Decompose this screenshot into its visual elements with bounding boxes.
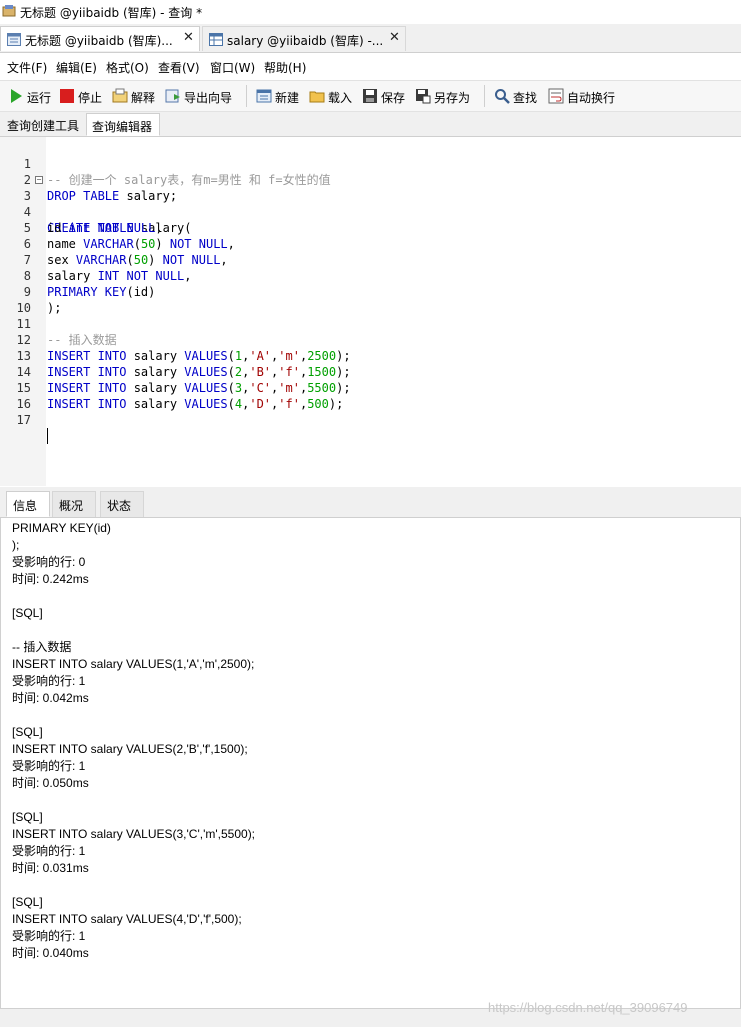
fold-toggle-icon[interactable]: − <box>35 176 43 184</box>
message-line: INSERT INTO salary VALUES(1,'A','m',2500… <box>12 657 255 671</box>
code-line: 6 sex VARCHAR(50) NOT NULL, <box>0 220 741 267</box>
message-line: 时间: 0.242ms <box>12 572 89 586</box>
tab-message[interactable]: 信息 <box>6 491 50 517</box>
menu-file[interactable]: 文件(F) <box>7 59 47 76</box>
message-output-panel[interactable]: PRIMARY KEY(id) ); 受影响的行: 0 时间: 0.242ms … <box>0 518 741 1009</box>
floppy-disk-icon <box>363 89 377 103</box>
message-line: [SQL] <box>12 895 43 909</box>
explain-button[interactable]: 解释 <box>112 87 158 105</box>
message-line: INSERT INTO salary VALUES(2,'B','f',1500… <box>12 742 248 756</box>
explain-icon <box>112 88 128 103</box>
save-as-button[interactable]: 另存为 <box>415 87 475 105</box>
stop-button[interactable]: 停止 <box>59 87 105 105</box>
code-line: 9 ); <box>0 268 741 315</box>
message-line: ); <box>12 538 20 552</box>
message-line: 受影响的行: 1 <box>12 929 86 943</box>
code-line: 16 <box>0 380 741 411</box>
navicat-app-icon <box>2 5 16 17</box>
tab-status[interactable]: 状态 <box>100 491 144 517</box>
close-tab-icon[interactable]: ✕ <box>183 30 194 45</box>
folder-icon <box>309 91 325 103</box>
result-tab-strip: 信息 概况 状态 <box>0 487 741 518</box>
export-icon <box>165 89 180 103</box>
tab-query-builder[interactable]: 查询创建工具 <box>2 113 84 136</box>
code-line: 15 INSERT INTO salary VALUES(4,'D','f',5… <box>0 364 741 411</box>
menu-edit[interactable]: 编辑(E) <box>56 59 97 76</box>
new-button[interactable]: 新建 <box>256 87 302 105</box>
code-line: 11 -- 插入数据 <box>0 300 741 347</box>
toolbar-separator <box>484 85 485 107</box>
message-line: INSERT INTO salary VALUES(4,'D','f',500)… <box>12 912 242 926</box>
doc-tab-untitled-query[interactable]: 无标题 @yiibaidb (智库)... ✕ <box>0 26 200 51</box>
code-line: 14 INSERT INTO salary VALUES(3,'C','m',5… <box>0 348 741 395</box>
tab-profile[interactable]: 概况 <box>52 491 96 517</box>
text-caret <box>47 428 48 444</box>
new-query-icon <box>256 89 272 103</box>
window-title: 无标题 @yiibaidb (智库) - 查询 * <box>20 6 203 20</box>
save-button[interactable]: 保存 <box>362 87 408 105</box>
code-line: 4 id int NOT NULL, <box>0 188 741 235</box>
code-line: 17 <box>0 396 741 444</box>
code-line: 7 salary INT NOT NULL, <box>0 236 741 283</box>
message-line: -- 插入数据 <box>12 640 72 654</box>
code-line: 13 INSERT INTO salary VALUES(2,'B','f',1… <box>0 332 741 379</box>
save-as-icon <box>416 89 431 104</box>
code-line: 3 − CREATE TABLE salary( <box>0 172 741 236</box>
code-line: 2 DROP TABLE salary; <box>0 156 741 203</box>
message-line: [SQL] <box>12 725 43 739</box>
message-line: 受影响的行: 1 <box>12 674 86 688</box>
message-line: 时间: 0.031ms <box>12 861 89 875</box>
message-line: [SQL] <box>12 606 43 620</box>
word-wrap-icon <box>548 88 564 104</box>
table-icon <box>209 33 223 46</box>
message-line: [SQL] <box>12 810 43 824</box>
doc-tab-salary-table[interactable]: salary @yiibaidb (智库) -... ✕ <box>202 26 406 51</box>
menu-format[interactable]: 格式(O) <box>106 59 149 76</box>
play-icon <box>11 89 22 103</box>
export-wizard-button[interactable]: 导出向导 <box>165 87 237 105</box>
code-line: 12 INSERT INTO salary VALUES(1,'A','m',2… <box>0 316 741 363</box>
message-line: INSERT INTO salary VALUES(3,'C','m',5500… <box>12 827 256 841</box>
menu-window[interactable]: 窗口(W) <box>210 59 255 76</box>
editor-tab-strip: 查询创建工具 查询编辑器 <box>0 112 741 137</box>
menu-bar: 文件(F) 编辑(E) 格式(O) 查看(V) 窗口(W) 帮助(H) <box>0 56 741 78</box>
doc-tab-label: salary @yiibaidb (智库) -... <box>227 34 384 48</box>
code-line: 8 PRIMARY KEY(id) <box>0 252 741 299</box>
menu-view[interactable]: 查看(V) <box>158 59 200 76</box>
message-line: 时间: 0.040ms <box>12 946 89 960</box>
menu-help[interactable]: 帮助(H) <box>264 59 306 76</box>
message-line: 时间: 0.042ms <box>12 691 89 705</box>
message-line: 受影响的行: 0 <box>12 555 86 569</box>
message-line: 受影响的行: 1 <box>12 844 86 858</box>
code-line: 10 <box>0 284 741 315</box>
close-tab-icon[interactable]: ✕ <box>389 30 400 45</box>
toolbar-separator <box>246 85 247 107</box>
message-line: PRIMARY KEY(id) <box>12 521 111 535</box>
word-wrap-button[interactable]: 自动换行 <box>548 87 620 105</box>
document-tab-strip: 无标题 @yiibaidb (智库)... ✕ salary @yiibaidb… <box>0 24 741 53</box>
message-line: 时间: 0.050ms <box>12 776 89 790</box>
doc-tab-label: 无标题 @yiibaidb (智库)... <box>25 34 173 48</box>
stop-icon <box>60 89 74 103</box>
title-bar: 无标题 @yiibaidb (智库) - 查询 * <box>0 0 741 24</box>
code-line: 5 name VARCHAR(50) NOT NULL, <box>0 204 741 251</box>
watermark-text: https://blog.csdn.net/qq_39096749 <box>488 1000 688 1015</box>
line-number: 17 <box>16 413 31 427</box>
query-icon <box>7 33 21 46</box>
message-line: 受影响的行: 1 <box>12 759 86 773</box>
find-button[interactable]: 查找 <box>494 87 540 105</box>
run-button[interactable]: 运行 <box>8 87 52 105</box>
tab-query-editor[interactable]: 查询编辑器 <box>86 113 160 136</box>
code-line: 1 -- 创建一个 salary表，有m=男性 和 f=女性的值 <box>0 140 741 187</box>
search-icon <box>495 89 510 104</box>
toolbar: 运行 停止 解释 导出向导 新建 载入 保存 另存为 查找 自动换行 <box>0 80 741 112</box>
load-button[interactable]: 载入 <box>309 87 355 105</box>
sql-editor[interactable]: 1 -- 创建一个 salary表，有m=男性 和 f=女性的值 2 DROP … <box>0 137 741 486</box>
